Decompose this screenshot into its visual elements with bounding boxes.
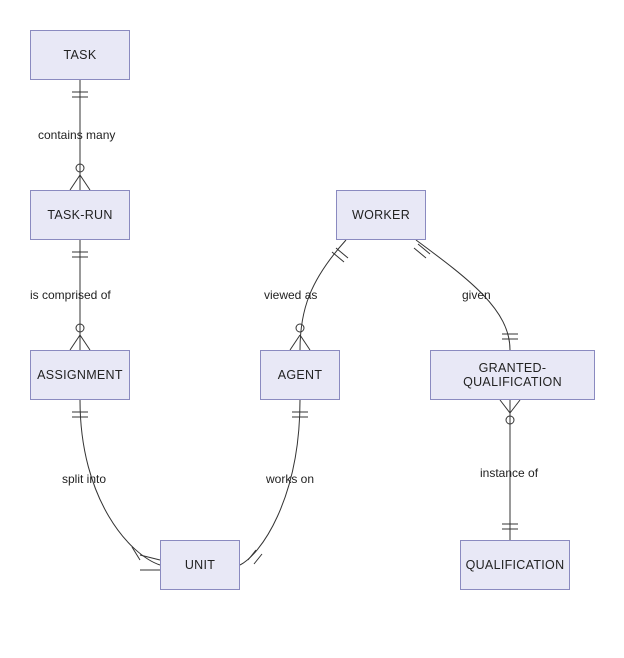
entity-unit-label: UNIT bbox=[185, 558, 215, 572]
entity-worker-label: WORKER bbox=[352, 208, 410, 222]
entity-task-run-label: TASK-RUN bbox=[47, 208, 112, 222]
rel-taskrun-assignment: is comprised of bbox=[30, 288, 111, 302]
entity-qualification: QUALIFICATION bbox=[460, 540, 570, 590]
entity-assignment: ASSIGNMENT bbox=[30, 350, 130, 400]
entity-task-label: TASK bbox=[64, 48, 97, 62]
rel-worker-agent: viewed as bbox=[264, 288, 317, 302]
er-diagram: TASK TASK-RUN ASSIGNMENT UNIT AGENT WORK… bbox=[0, 0, 624, 658]
entity-agent-label: AGENT bbox=[278, 368, 323, 382]
rel-grantedqual-qualification: instance of bbox=[480, 466, 538, 480]
entity-task: TASK bbox=[30, 30, 130, 80]
entity-agent: AGENT bbox=[260, 350, 340, 400]
entity-worker: WORKER bbox=[336, 190, 426, 240]
entity-granted-qualification-label: GRANTED-QUALIFICATION bbox=[435, 361, 590, 389]
entity-unit: UNIT bbox=[160, 540, 240, 590]
rel-agent-unit: works on bbox=[266, 472, 314, 486]
entity-granted-qualification: GRANTED-QUALIFICATION bbox=[430, 350, 595, 400]
entity-qualification-label: QUALIFICATION bbox=[466, 558, 565, 572]
entity-assignment-label: ASSIGNMENT bbox=[37, 368, 123, 382]
entity-task-run: TASK-RUN bbox=[30, 190, 130, 240]
rel-worker-grantedqual: given bbox=[462, 288, 491, 302]
rel-task-taskrun: contains many bbox=[38, 128, 115, 142]
rel-assignment-unit: split into bbox=[62, 472, 106, 486]
